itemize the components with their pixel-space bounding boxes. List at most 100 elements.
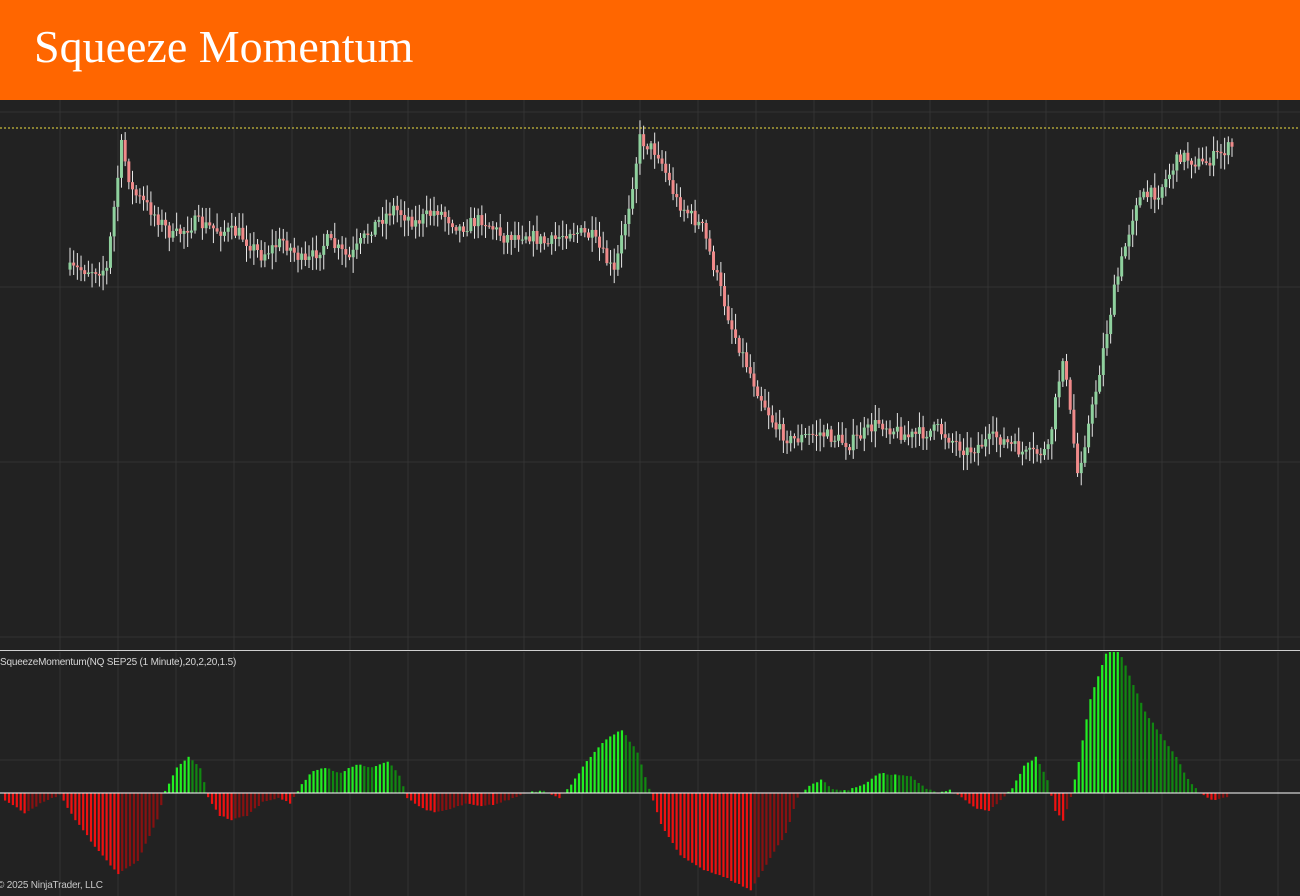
candle bbox=[230, 213, 234, 240]
momentum-bar bbox=[691, 793, 694, 863]
momentum-bar bbox=[1186, 778, 1190, 793]
squeeze-momentum-histogram[interactable] bbox=[0, 652, 1300, 896]
momentum-bar bbox=[367, 767, 370, 793]
momentum-bar bbox=[324, 768, 327, 793]
momentum-bar bbox=[210, 793, 214, 804]
candle bbox=[491, 221, 495, 240]
momentum-bar bbox=[1069, 793, 1073, 798]
momentum-bar bbox=[132, 793, 136, 864]
candle bbox=[278, 227, 282, 252]
candle bbox=[1079, 451, 1083, 486]
momentum-bar bbox=[437, 793, 440, 812]
momentum-bar bbox=[456, 793, 460, 807]
candle bbox=[208, 207, 212, 230]
candle bbox=[487, 222, 491, 229]
indicator-label: SqueezeMomentum(NQ SEP25 (1 Minute),20,2… bbox=[0, 657, 237, 668]
momentum-bar bbox=[804, 789, 807, 793]
momentum-bar bbox=[246, 793, 249, 817]
candle bbox=[123, 132, 127, 167]
momentum-bar bbox=[968, 793, 971, 804]
candle bbox=[928, 428, 932, 441]
candle bbox=[355, 228, 359, 259]
candle bbox=[616, 245, 620, 276]
candle bbox=[969, 437, 973, 464]
momentum-bar bbox=[70, 793, 73, 814]
momentum-bar bbox=[160, 793, 163, 806]
candle bbox=[1028, 441, 1032, 461]
candle bbox=[803, 427, 807, 438]
candle bbox=[862, 416, 866, 452]
momentum-bar bbox=[1151, 722, 1155, 793]
momentum-bar bbox=[679, 793, 682, 856]
momentum-bar bbox=[1194, 788, 1197, 793]
candle bbox=[90, 263, 94, 288]
momentum-bar bbox=[1120, 657, 1123, 793]
momentum-bar bbox=[347, 768, 350, 793]
indicator-panel[interactable] bbox=[0, 652, 1300, 896]
momentum-bar bbox=[714, 793, 717, 875]
candle bbox=[1160, 184, 1164, 205]
momentum-bar bbox=[355, 764, 358, 793]
panel-divider[interactable] bbox=[0, 650, 1300, 651]
momentum-bar bbox=[1163, 740, 1166, 793]
candle bbox=[392, 198, 396, 225]
candle bbox=[829, 425, 833, 448]
momentum-bar bbox=[1011, 788, 1014, 793]
candle bbox=[620, 220, 624, 268]
momentum-bar bbox=[792, 793, 795, 809]
candle bbox=[458, 224, 462, 243]
candle bbox=[1120, 247, 1124, 282]
momentum-bar bbox=[15, 793, 18, 808]
momentum-bar bbox=[909, 776, 912, 793]
momentum-bar bbox=[812, 783, 815, 793]
candle bbox=[873, 404, 877, 448]
candle bbox=[1223, 137, 1227, 170]
momentum-bar bbox=[1003, 793, 1006, 797]
momentum-bar bbox=[179, 763, 182, 793]
momentum-bar bbox=[913, 779, 916, 793]
candle bbox=[1167, 163, 1171, 189]
candle bbox=[425, 195, 429, 228]
candle bbox=[745, 342, 749, 373]
momentum-bar bbox=[7, 793, 11, 803]
momentum-bar bbox=[148, 793, 151, 836]
momentum-bar bbox=[808, 785, 811, 793]
candle bbox=[197, 204, 201, 222]
candle bbox=[539, 233, 543, 253]
candle bbox=[1068, 377, 1072, 414]
candle bbox=[226, 222, 230, 242]
momentum-bar bbox=[667, 793, 670, 838]
momentum-bar bbox=[749, 793, 752, 891]
candle bbox=[1094, 380, 1098, 418]
momentum-bar bbox=[687, 793, 690, 861]
candle bbox=[572, 222, 576, 243]
candle bbox=[142, 186, 146, 211]
candle bbox=[910, 428, 914, 449]
candle bbox=[131, 170, 135, 205]
momentum-bar bbox=[737, 793, 741, 884]
candle bbox=[149, 191, 153, 226]
momentum-bar bbox=[89, 793, 93, 842]
candle bbox=[1156, 185, 1160, 210]
momentum-bar bbox=[101, 793, 104, 856]
candle bbox=[682, 199, 686, 222]
momentum-bar bbox=[433, 793, 436, 813]
copyright-text: © 2025 NinjaTrader, LLC bbox=[0, 880, 103, 891]
candle bbox=[899, 417, 903, 444]
momentum-bar bbox=[980, 793, 983, 810]
candle bbox=[1226, 136, 1230, 165]
candle bbox=[454, 225, 458, 235]
candle bbox=[723, 273, 727, 316]
candle bbox=[778, 409, 782, 441]
candle bbox=[884, 420, 888, 438]
momentum-bar bbox=[663, 793, 667, 831]
momentum-bar bbox=[445, 793, 448, 810]
candle bbox=[1024, 446, 1028, 460]
candle bbox=[75, 253, 79, 280]
momentum-bar bbox=[218, 793, 221, 816]
momentum-bar bbox=[819, 779, 823, 793]
momentum-bar bbox=[972, 793, 975, 807]
candle bbox=[314, 235, 318, 270]
candle bbox=[649, 141, 653, 160]
momentum-bar bbox=[597, 747, 600, 793]
